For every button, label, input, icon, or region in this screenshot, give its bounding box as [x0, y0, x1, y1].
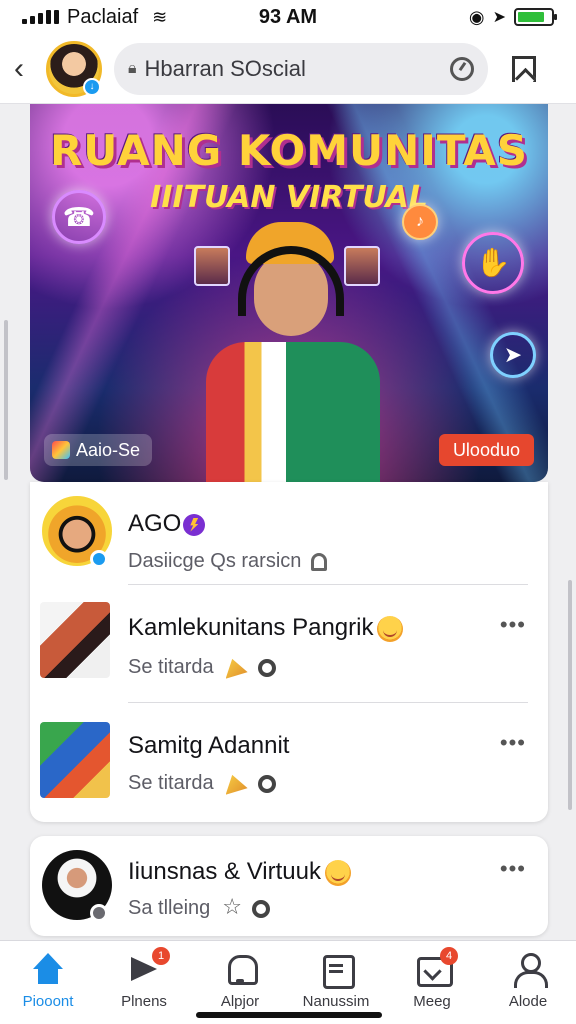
home-icon [31, 953, 65, 985]
list-item-title: Kamlekunitans Pangrik [128, 614, 404, 642]
phone-icon: ☎ [52, 190, 106, 244]
user-icon [511, 953, 548, 988]
nav-label: Meeg [413, 993, 451, 1010]
scrollbar[interactable] [568, 580, 572, 810]
app-icon [52, 441, 70, 459]
nav-label: Alpjor [220, 993, 260, 1010]
chat-icon[interactable] [257, 774, 276, 793]
scrollbar[interactable] [4, 320, 8, 480]
music-icon: ♪ [402, 204, 438, 240]
nav-label: Nanussim [302, 993, 370, 1010]
location-icon: ➤ [492, 9, 506, 26]
streamer-illustration [188, 222, 398, 482]
list-item-title: Samitg Adannit [128, 732, 290, 759]
bell-icon [223, 953, 258, 985]
list-item[interactable]: Iiunsnas & Virtuuk ••• Sa tlleing ☆ [30, 848, 548, 928]
list-item-title: AGO [128, 510, 206, 538]
community-banner[interactable]: RUANG KOMUNITAS IIITUAN VIRTUAL ☎ ✋ ➤ ♪ … [30, 104, 548, 482]
list-item-subtitle: Se titarda [128, 656, 276, 679]
chat-icon[interactable] [257, 658, 276, 677]
chevron-left-icon[interactable]: ‹ [14, 53, 42, 84]
signal-icon [22, 10, 59, 24]
banner-title: RUANG KOMUNITAS [49, 126, 529, 175]
more-options-icon[interactable]: ••• [500, 856, 526, 882]
headphone-icon [311, 552, 328, 571]
list-item-subtitle: Sa tlleing ☆ [128, 894, 271, 920]
app-header: ‹ ↓ 🔒︎ Hbarran SOscial [0, 34, 576, 104]
alarm-icon: ◉ [468, 6, 485, 27]
wifi-icon: ≋ [152, 6, 168, 27]
battery-icon [514, 8, 557, 26]
download-badge-icon: ↓ [83, 77, 101, 96]
nav-item-messages[interactable]: 4 Meeg [384, 941, 480, 1024]
banner-tag-label: Aaio-Se [76, 439, 141, 460]
nav-item-home[interactable]: Piooont [0, 941, 96, 1024]
list-item-title: Iiunsnas & Virtuuk [128, 858, 351, 886]
avatar [40, 602, 110, 678]
community-list-card: AGO Dasiicge Qs rarsicn Kamlekunitans Pa… [30, 482, 548, 822]
nav-item-profile[interactable]: Alode [480, 941, 576, 1024]
nav-item-play[interactable]: 1 Plnens [96, 941, 192, 1024]
search-input[interactable]: 🔒︎ Hbarran SOscial [114, 42, 488, 95]
send-icon: ➤ [490, 332, 536, 378]
lock-icon: 🔒︎ [128, 59, 137, 77]
status-bar: Paclaiaf ≋ 93 AM ◉ ➤ [0, 0, 576, 34]
star-icon[interactable]: ☆ [222, 894, 242, 919]
clipboard-icon [319, 953, 355, 989]
more-options-icon[interactable]: ••• [500, 612, 526, 638]
carrier-name: Paclaiaf [67, 5, 139, 28]
banner-action-button[interactable]: Ulooduo [438, 434, 534, 466]
list-item-subtitle: Se titarda [128, 772, 276, 795]
party-icon [225, 658, 248, 679]
list-item[interactable]: Kamlekunitans Pangrik ••• Se titarda [30, 600, 548, 700]
nav-label: Plnens [121, 993, 167, 1010]
nav-label: Piooont [22, 993, 74, 1010]
refresh-icon[interactable] [450, 56, 474, 81]
community-card[interactable]: Iiunsnas & Virtuuk ••• Sa tlleing ☆ [30, 836, 548, 936]
home-indicator [196, 1012, 382, 1018]
banner-subtitle: IIITUAN VIRTUAL [150, 180, 428, 215]
nav-label: Alode [508, 993, 548, 1010]
divider [128, 702, 528, 703]
search-text: Hbarran SOscial [144, 55, 306, 81]
bookmark-icon[interactable] [512, 55, 536, 82]
online-indicator [90, 550, 108, 568]
hand-icon: ✋ [462, 232, 524, 294]
list-item-subtitle: Dasiicge Qs rarsicn [128, 550, 328, 573]
bolt-emoji-icon [183, 513, 206, 536]
notification-badge: 4 [440, 947, 458, 965]
smile-emoji-icon [377, 615, 404, 642]
notification-badge: 1 [152, 947, 170, 965]
status-indicator [90, 904, 108, 922]
list-item[interactable]: Samitg Adannit ••• Se titarda [30, 720, 548, 816]
profile-avatar[interactable]: ↓ [46, 40, 102, 97]
divider [128, 584, 528, 585]
list-item[interactable]: AGO Dasiicge Qs rarsicn [30, 494, 548, 584]
avatar [40, 722, 110, 798]
chat-icon[interactable] [252, 899, 271, 918]
more-options-icon[interactable]: ••• [500, 730, 526, 756]
smile-emoji-icon [325, 859, 351, 886]
bottom-navigation: Piooont 1 Plnens Alpjor Nanussim 4 Meeg … [0, 940, 576, 1024]
party-icon [225, 774, 248, 795]
banner-tag[interactable]: Aaio-Se [44, 434, 153, 466]
